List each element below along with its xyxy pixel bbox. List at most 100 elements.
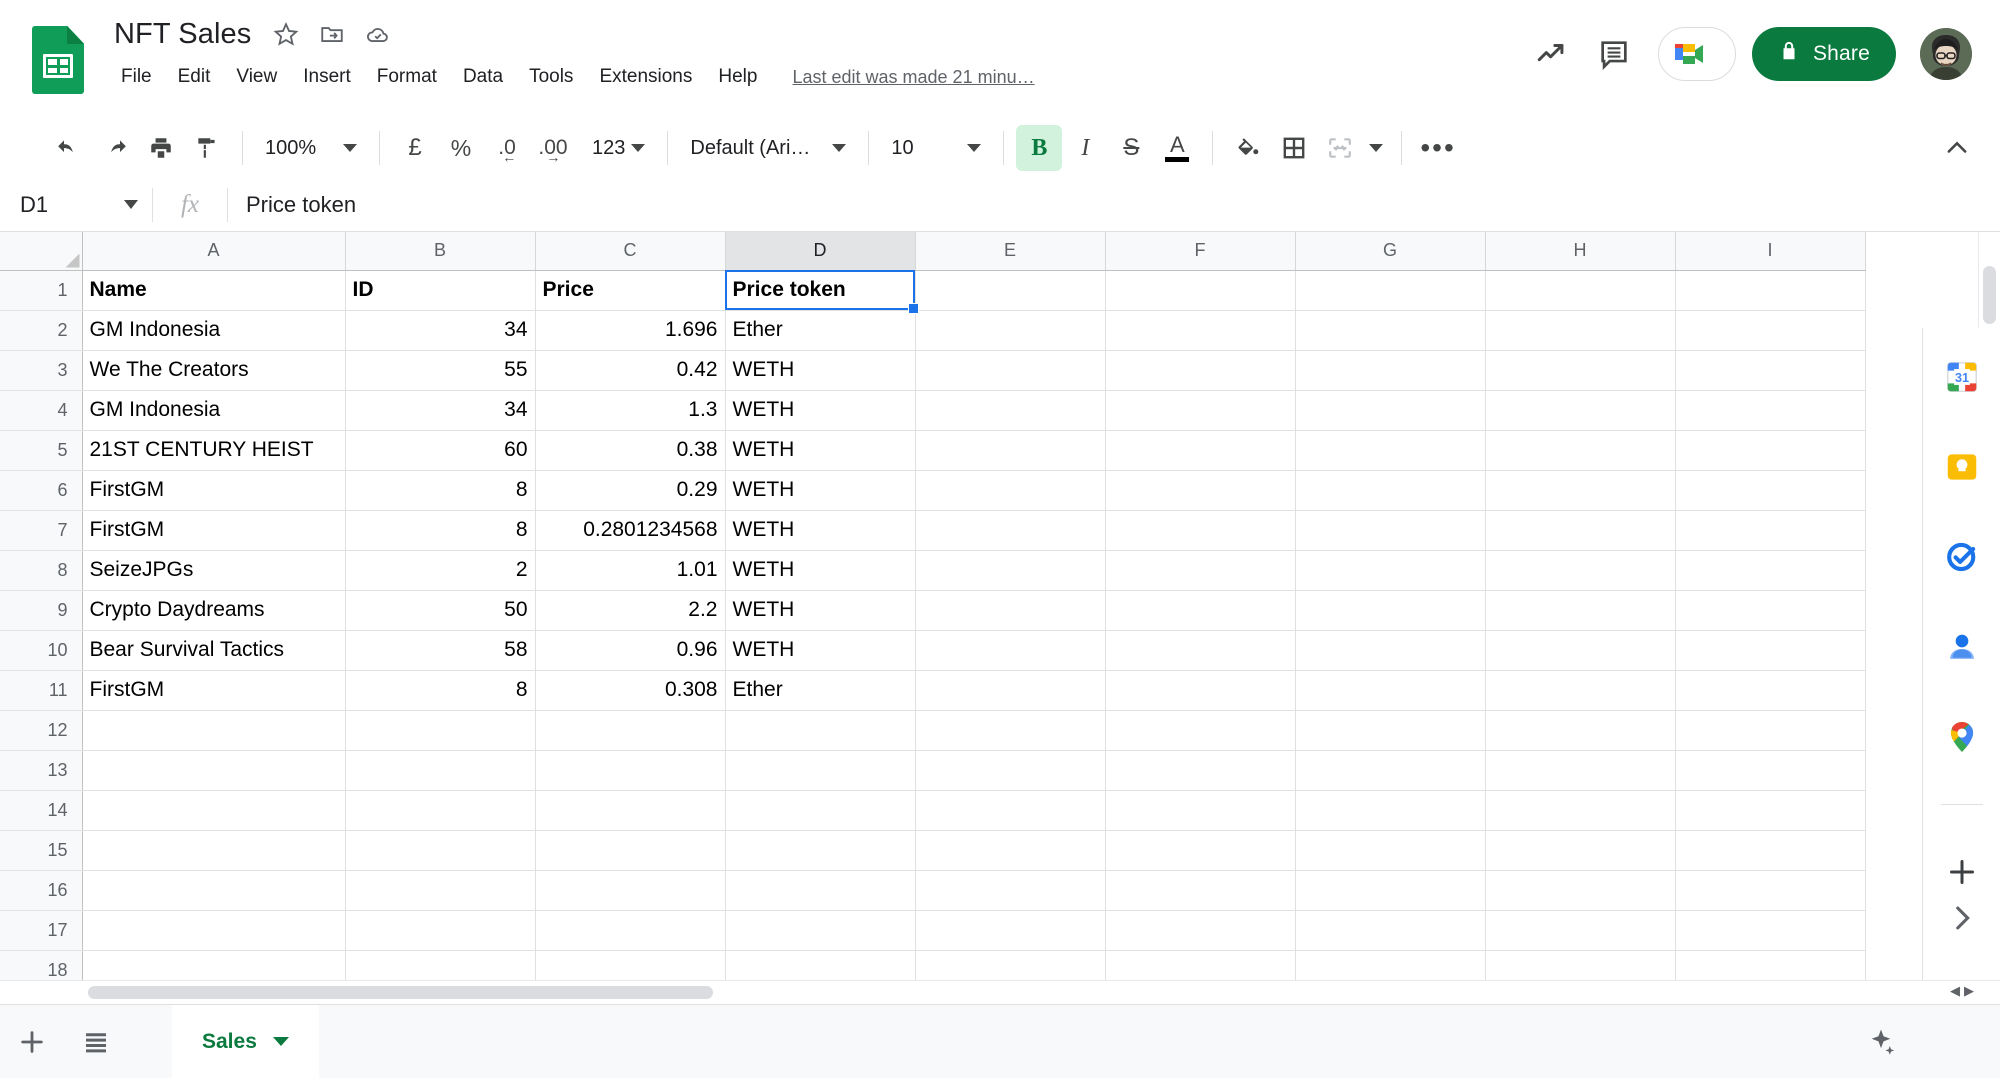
- cell-A13[interactable]: [82, 750, 346, 791]
- cell-E9[interactable]: [915, 590, 1106, 631]
- cell-E15[interactable]: [915, 830, 1106, 871]
- cell-I17[interactable]: [1675, 910, 1866, 951]
- cell-F18[interactable]: [1105, 950, 1296, 980]
- comment-icon[interactable]: [1586, 26, 1642, 82]
- menu-data[interactable]: Data: [450, 62, 516, 92]
- star-icon[interactable]: [269, 17, 303, 51]
- horizontal-scroll-arrows[interactable]: ◀ ▶: [1950, 983, 1974, 999]
- cell-I7[interactable]: [1675, 510, 1866, 551]
- menu-edit[interactable]: Edit: [165, 62, 224, 92]
- google-tasks-icon[interactable]: [1939, 534, 1985, 580]
- vertical-scroll-thumb[interactable]: [1983, 266, 1996, 324]
- print-icon[interactable]: [138, 125, 184, 171]
- cell-G6[interactable]: [1295, 470, 1486, 511]
- column-header-e[interactable]: E: [915, 232, 1106, 271]
- cell-C1[interactable]: Price: [535, 270, 726, 311]
- cell-H18[interactable]: [1485, 950, 1676, 980]
- cell-I4[interactable]: [1675, 390, 1866, 431]
- percent-format-button[interactable]: %: [438, 125, 484, 171]
- cell-A6[interactable]: FirstGM: [82, 470, 346, 511]
- cell-B4[interactable]: 34: [345, 390, 536, 431]
- cell-B7[interactable]: 8: [345, 510, 536, 551]
- cell-E4[interactable]: [915, 390, 1106, 431]
- cell-E17[interactable]: [915, 910, 1106, 951]
- cell-D12[interactable]: [725, 710, 916, 751]
- cell-G12[interactable]: [1295, 710, 1486, 751]
- cell-I16[interactable]: [1675, 870, 1866, 911]
- document-title[interactable]: NFT Sales: [108, 18, 257, 51]
- cell-H1[interactable]: [1485, 270, 1676, 311]
- cell-F7[interactable]: [1105, 510, 1296, 551]
- cell-F11[interactable]: [1105, 670, 1296, 711]
- row-header-8[interactable]: 8: [0, 550, 83, 591]
- cell-H11[interactable]: [1485, 670, 1676, 711]
- cell-E2[interactable]: [915, 310, 1106, 351]
- last-edit-link[interactable]: Last edit was made 21 minu…: [792, 67, 1034, 88]
- zoom-selector[interactable]: 100%: [255, 125, 367, 171]
- cell-I2[interactable]: [1675, 310, 1866, 351]
- cell-D18[interactable]: [725, 950, 916, 980]
- cell-A2[interactable]: GM Indonesia: [82, 310, 346, 351]
- row-header-7[interactable]: 7: [0, 510, 83, 551]
- cell-A1[interactable]: Name: [82, 270, 346, 311]
- cell-C14[interactable]: [535, 790, 726, 831]
- cell-C12[interactable]: [535, 710, 726, 751]
- cell-A3[interactable]: We The Creators: [82, 350, 346, 391]
- cell-F12[interactable]: [1105, 710, 1296, 751]
- column-header-d[interactable]: D: [725, 232, 916, 271]
- cell-C13[interactable]: [535, 750, 726, 791]
- cell-H4[interactable]: [1485, 390, 1676, 431]
- cell-C11[interactable]: 0.308: [535, 670, 726, 711]
- cell-C7[interactable]: 0.2801234568: [535, 510, 726, 551]
- share-button[interactable]: Share: [1751, 27, 1896, 81]
- column-header-b[interactable]: B: [345, 232, 536, 271]
- cell-G14[interactable]: [1295, 790, 1486, 831]
- cell-D6[interactable]: WETH: [725, 470, 916, 511]
- expand-panel-icon[interactable]: [1945, 901, 1979, 940]
- cell-B2[interactable]: 34: [345, 310, 536, 351]
- merge-cells-icon[interactable]: [1317, 125, 1363, 171]
- sheet-tab-sales[interactable]: Sales: [172, 1005, 319, 1078]
- cell-B8[interactable]: 2: [345, 550, 536, 591]
- cell-D1[interactable]: Price token: [725, 270, 916, 311]
- cell-A12[interactable]: [82, 710, 346, 751]
- row-header-16[interactable]: 16: [0, 870, 83, 911]
- cell-E16[interactable]: [915, 870, 1106, 911]
- cell-H14[interactable]: [1485, 790, 1676, 831]
- cell-G5[interactable]: [1295, 430, 1486, 471]
- cell-I15[interactable]: [1675, 830, 1866, 871]
- italic-button[interactable]: I: [1062, 125, 1108, 171]
- cell-G15[interactable]: [1295, 830, 1486, 871]
- meet-button[interactable]: [1657, 27, 1736, 81]
- cell-G7[interactable]: [1295, 510, 1486, 551]
- account-avatar[interactable]: [1920, 28, 1972, 80]
- cell-G18[interactable]: [1295, 950, 1486, 980]
- all-sheets-icon[interactable]: [64, 1005, 128, 1078]
- cell-E5[interactable]: [915, 430, 1106, 471]
- text-color-button[interactable]: A: [1154, 125, 1200, 171]
- cell-H12[interactable]: [1485, 710, 1676, 751]
- cell-F15[interactable]: [1105, 830, 1296, 871]
- cell-F3[interactable]: [1105, 350, 1296, 391]
- cell-I11[interactable]: [1675, 670, 1866, 711]
- cell-C4[interactable]: 1.3: [535, 390, 726, 431]
- select-all-corner[interactable]: [0, 232, 83, 271]
- row-header-11[interactable]: 11: [0, 670, 83, 711]
- font-family-selector[interactable]: Default (Ari…: [680, 125, 856, 171]
- chevron-down-icon[interactable]: [272, 1037, 289, 1046]
- add-addon-icon[interactable]: [1939, 849, 1985, 895]
- cell-B15[interactable]: [345, 830, 536, 871]
- horizontal-scrollbar[interactable]: ◀ ▶: [0, 980, 2000, 1004]
- cell-A11[interactable]: FirstGM: [82, 670, 346, 711]
- cell-I14[interactable]: [1675, 790, 1866, 831]
- cell-D2[interactable]: Ether: [725, 310, 916, 351]
- row-header-10[interactable]: 10: [0, 630, 83, 671]
- fill-color-icon[interactable]: [1225, 125, 1271, 171]
- cell-G13[interactable]: [1295, 750, 1486, 791]
- cell-I5[interactable]: [1675, 430, 1866, 471]
- column-header-c[interactable]: C: [535, 232, 726, 271]
- cell-F8[interactable]: [1105, 550, 1296, 591]
- cell-H16[interactable]: [1485, 870, 1676, 911]
- column-header-f[interactable]: F: [1105, 232, 1296, 271]
- google-contacts-icon[interactable]: [1939, 624, 1985, 670]
